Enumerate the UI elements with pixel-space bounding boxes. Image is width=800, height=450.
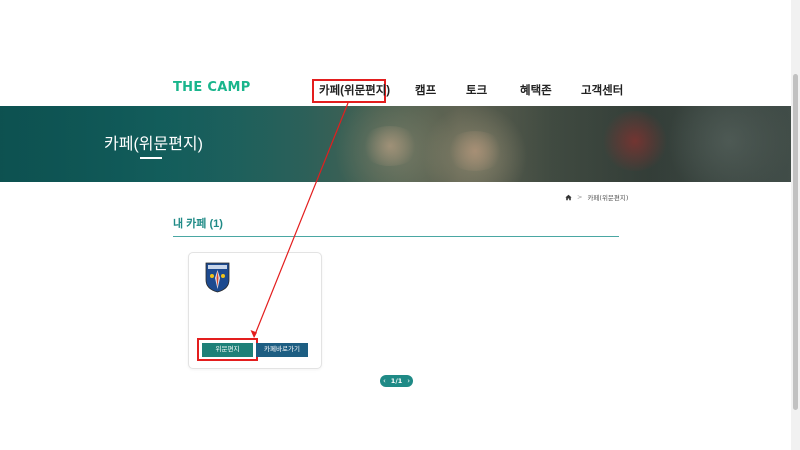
banner-title-underline	[140, 157, 162, 159]
banner-title: 카페(위문편지)	[104, 136, 203, 153]
section-title: 내 카페 (1)	[173, 218, 223, 230]
nav-item-customer-center[interactable]: 고객센터	[581, 82, 623, 100]
breadcrumb-current: 카페(위문편지)	[587, 194, 629, 202]
site-logo[interactable]: THE CAMP	[173, 80, 251, 95]
breadcrumb: > 카페(위문편지)	[565, 192, 628, 202]
home-icon[interactable]	[565, 194, 572, 201]
total-pages: 1	[397, 377, 403, 385]
section-divider	[173, 236, 619, 237]
prev-page-icon[interactable]: ‹	[383, 375, 386, 387]
page-banner: 카페(위문편지)	[0, 106, 791, 182]
pagination: ‹ 1/1 ›	[380, 375, 413, 387]
nav-item-camp[interactable]: 캠프	[415, 82, 436, 100]
go-to-cafe-button[interactable]: 카페바로가기	[256, 343, 308, 357]
page-indicator: 1/1	[391, 377, 402, 385]
nav-item-talk[interactable]: 토크	[466, 82, 487, 100]
letter-button-highlight	[197, 338, 258, 361]
nav-item-benefits[interactable]: 혜택존	[520, 82, 552, 100]
scrollbar-thumb[interactable]	[793, 74, 798, 410]
breadcrumb-separator: >	[577, 193, 583, 201]
nav-item-cafe[interactable]: 카페(위문편지)	[312, 79, 390, 103]
unit-emblem-icon	[205, 262, 230, 293]
vertical-scrollbar[interactable]	[791, 0, 800, 450]
next-page-icon[interactable]: ›	[407, 375, 410, 387]
